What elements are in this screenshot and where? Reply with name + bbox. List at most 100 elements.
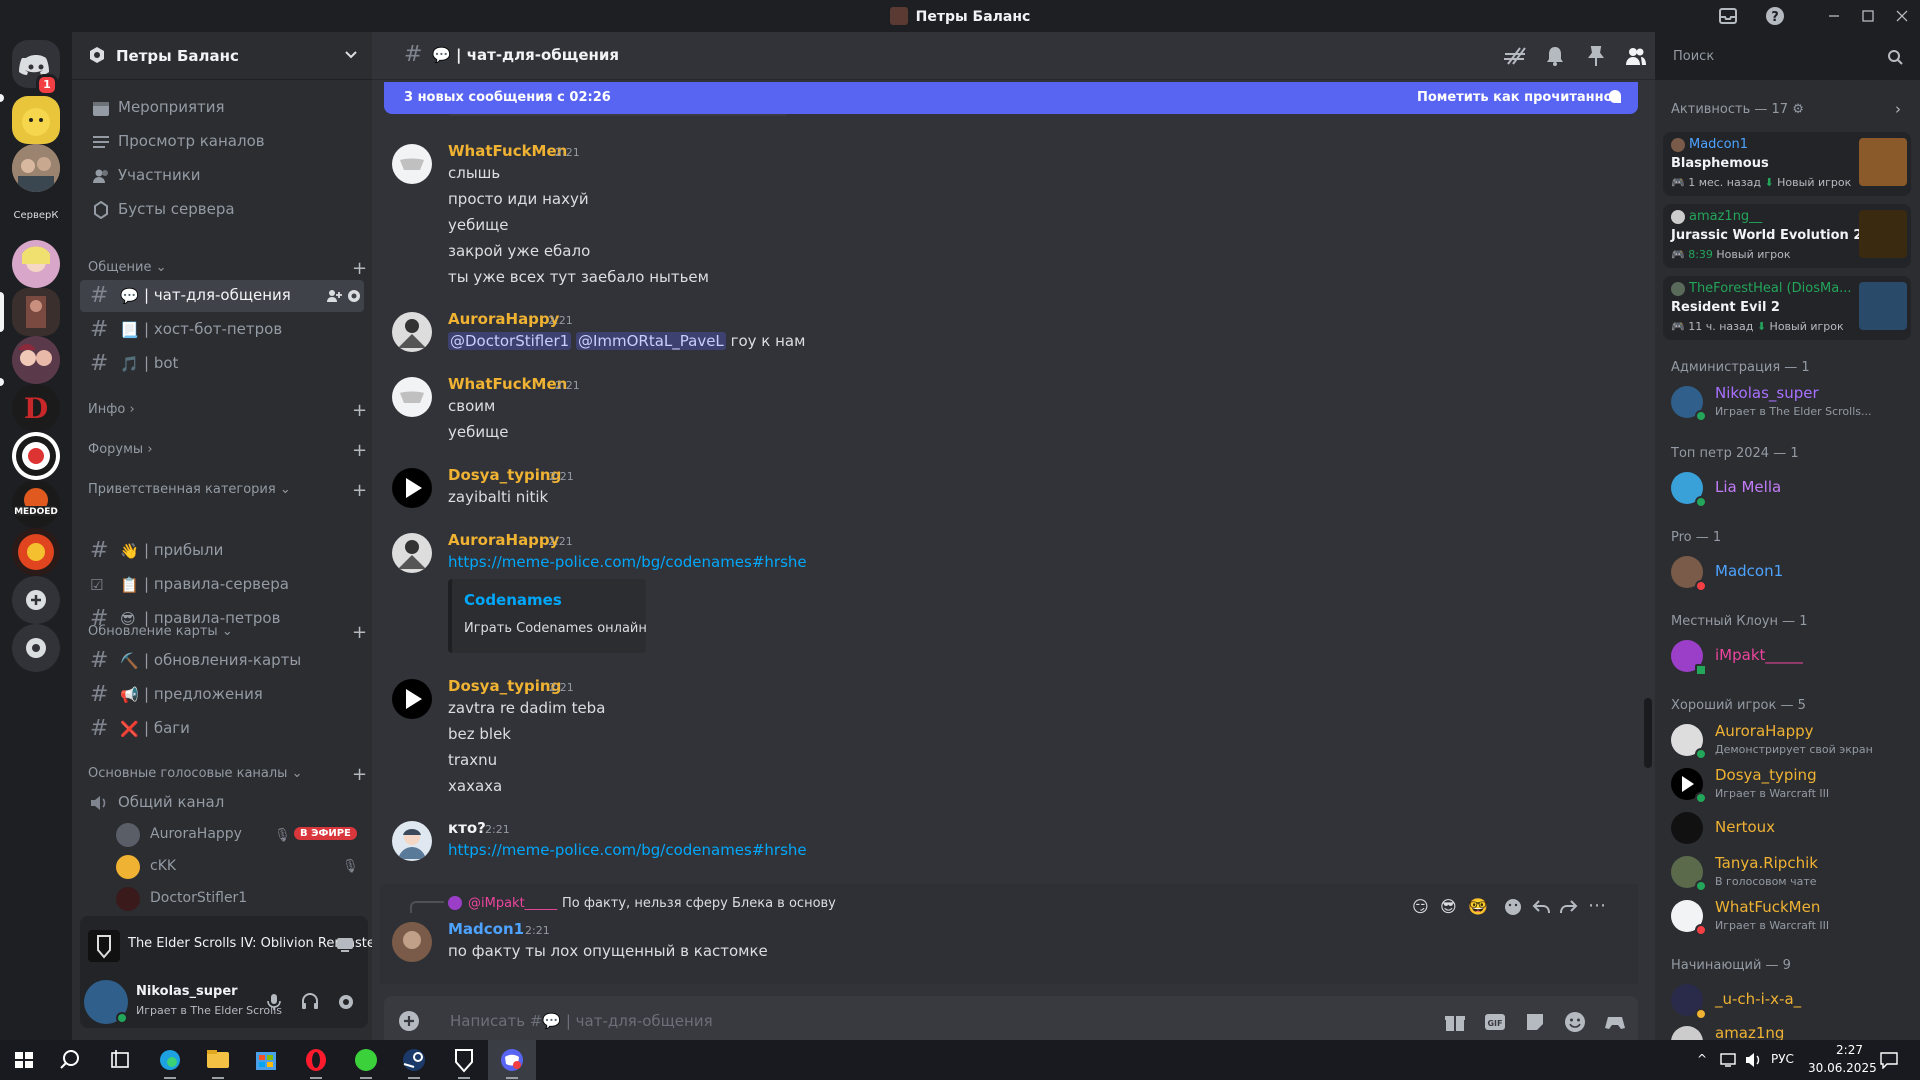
server-icon-group[interactable] — [12, 144, 60, 192]
server-icon-anime[interactable] — [12, 240, 60, 288]
notifications-icon[interactable] — [1880, 1051, 1898, 1069]
activity-card[interactable]: Madcon1 Blasphemous 🎮 1 мес. назад ⬇ Нов… — [1663, 132, 1911, 196]
start-button[interactable] — [0, 1040, 48, 1080]
server-icon-diablo[interactable]: D — [12, 384, 60, 432]
category-welcome[interactable]: Приветственная категория ⌄ + — [88, 480, 368, 501]
avatar[interactable] — [392, 679, 432, 719]
close-icon[interactable] — [1892, 6, 1912, 26]
search-input[interactable]: Поиск — [1665, 43, 1909, 71]
server-header[interactable]: Петры Баланс — [72, 32, 372, 80]
inbox-icon[interactable] — [1718, 6, 1738, 26]
voice-user[interactable]: AuroraHappy 🎙 В ЭФИРЕ — [116, 820, 366, 850]
voice-channel-general[interactable]: Общий канал — [80, 787, 364, 819]
channel-suggestions[interactable]: # 📢 | предложения — [80, 679, 364, 711]
add-channel-icon[interactable]: + — [352, 400, 367, 421]
nav-events[interactable]: Мероприятия — [88, 92, 348, 124]
member-item[interactable]: Madcon1 — [1663, 550, 1911, 594]
add-reaction-icon[interactable] — [1504, 898, 1522, 916]
clock-date[interactable]: 30.06.2025 — [1808, 1061, 1877, 1075]
nav-server-boosts[interactable]: Бусты сервера — [88, 194, 348, 226]
mark-read-button[interactable]: Пометить как прочитанное — [1417, 90, 1621, 105]
reaction-emoji-button[interactable]: 😏 — [1412, 897, 1429, 916]
category-chat[interactable]: Общение ⌄ + — [88, 258, 368, 279]
server-icon-serverk[interactable]: СерверК — [12, 192, 60, 240]
voice-user[interactable]: DoctorStifler1 — [116, 884, 366, 914]
member-item[interactable]: AuroraHappy Демонстрирует свой экран — [1663, 718, 1911, 762]
server-icon-fire[interactable] — [12, 528, 60, 576]
volume-icon[interactable] — [1745, 1052, 1763, 1068]
scrollbar-thumb[interactable] — [1644, 698, 1652, 768]
category-map[interactable]: Обновление карты ⌄ + — [88, 622, 368, 643]
channel-map-updates[interactable]: # ⛏️ | обновления-карты — [80, 645, 364, 677]
add-channel-icon[interactable]: + — [352, 440, 367, 461]
spotify-icon[interactable] — [342, 1040, 390, 1080]
pin-icon[interactable] — [1585, 45, 1605, 67]
file-explorer-icon[interactable] — [194, 1040, 242, 1080]
avatar[interactable] — [392, 533, 432, 573]
member-item[interactable]: Lia Mella — [1663, 466, 1911, 510]
member-item[interactable]: Nikolas_super Играет в The Elder Scrolls.… — [1663, 380, 1911, 424]
steam-icon[interactable] — [390, 1040, 438, 1080]
more-options-icon[interactable]: ⋯ — [1588, 895, 1606, 916]
category-forums[interactable]: Форумы › + — [88, 440, 368, 461]
add-server-button[interactable] — [12, 576, 60, 624]
message-author[interactable]: Dosya_typing — [448, 677, 561, 695]
message-input[interactable]: Написать #💬 | чат-для-общения — [450, 1012, 713, 1030]
avatar[interactable] — [392, 468, 432, 508]
channel-bugs[interactable]: # ❌ | баги — [80, 713, 364, 745]
clock-time[interactable]: 2:27 — [1822, 1043, 1877, 1057]
add-channel-icon[interactable]: + — [352, 258, 367, 279]
gif-icon[interactable]: GIF — [1484, 1011, 1506, 1033]
search-icon[interactable] — [48, 1040, 96, 1080]
store-icon[interactable] — [242, 1040, 290, 1080]
add-attachment-icon[interactable] — [398, 1010, 420, 1032]
channel-bot[interactable]: # 🎵 | bot — [80, 348, 364, 380]
category-info[interactable]: Инфо › + — [88, 400, 368, 421]
task-view-icon[interactable] — [96, 1040, 144, 1080]
member-item[interactable]: Nertoux — [1663, 806, 1911, 850]
message-author[interactable]: Madcon1 — [448, 920, 524, 938]
reply-icon[interactable] — [1532, 898, 1550, 916]
reaction-emoji-button[interactable]: 😎 — [1440, 897, 1457, 916]
channel-chat[interactable]: # 💬 | чат-для-общения — [80, 280, 364, 312]
chevron-right-icon[interactable]: › — [1895, 100, 1901, 118]
settings-gear-icon[interactable] — [336, 992, 356, 1012]
message-link[interactable]: https://meme-police.com/bg/codenames#hrs… — [448, 553, 807, 571]
message-author[interactable]: AuroraHappy — [448, 531, 559, 549]
help-icon[interactable]: ? — [1765, 6, 1785, 26]
sticker-icon[interactable] — [1524, 1011, 1546, 1033]
nav-browse-channels[interactable]: Просмотр каналов — [88, 126, 348, 158]
member-item[interactable]: _u-ch-i-x-a_ — [1663, 978, 1911, 1022]
language-indicator[interactable]: РУС — [1771, 1052, 1794, 1066]
gear-icon[interactable] — [346, 288, 362, 304]
server-icon-medoed[interactable]: MEDOED — [12, 480, 60, 528]
add-channel-icon[interactable]: + — [352, 764, 367, 785]
avatar[interactable] — [392, 821, 432, 861]
stream-icon[interactable] — [336, 936, 354, 954]
member-item[interactable]: Dosya_typing Играет в Warcraft III — [1663, 762, 1911, 806]
reaction-emoji-button[interactable]: 🤓 — [1468, 897, 1488, 916]
avatar[interactable] — [392, 922, 432, 962]
microphone-icon[interactable] — [264, 992, 284, 1012]
add-channel-icon[interactable]: + — [352, 480, 367, 501]
user-mention[interactable]: @ImmORtaL_PaveL — [575, 332, 726, 350]
message-author[interactable]: кто? — [448, 819, 486, 837]
oblivion-icon[interactable] — [440, 1040, 488, 1080]
nav-members[interactable]: Участники — [88, 160, 348, 192]
member-list-icon[interactable] — [1625, 45, 1647, 67]
embed-title[interactable]: Codenames — [464, 591, 562, 609]
bell-icon[interactable] — [1545, 45, 1565, 67]
channel-arrived[interactable]: # 👋 | прибыли — [80, 535, 364, 567]
message-author[interactable]: Dosya_typing — [448, 466, 561, 484]
channel-server-rules[interactable]: ☑ 📋 | правила-сервера — [80, 569, 364, 601]
voice-user[interactable]: cKK 🎙 — [116, 852, 366, 882]
tray-overflow-icon[interactable]: ^ — [1697, 1052, 1707, 1066]
member-item[interactable]: Tanya.Ripchik В голосовом чате — [1663, 850, 1911, 894]
member-item[interactable]: WhatFuckMen Играет в Warcraft III — [1663, 894, 1911, 938]
emoji-icon[interactable] — [1564, 1011, 1586, 1033]
app-launcher-icon[interactable] — [1604, 1011, 1626, 1033]
discord-taskbar-icon[interactable] — [488, 1040, 536, 1080]
threads-icon[interactable] — [1504, 46, 1526, 66]
message-author[interactable]: WhatFuckMen — [448, 375, 567, 393]
headphones-icon[interactable] — [300, 992, 320, 1012]
